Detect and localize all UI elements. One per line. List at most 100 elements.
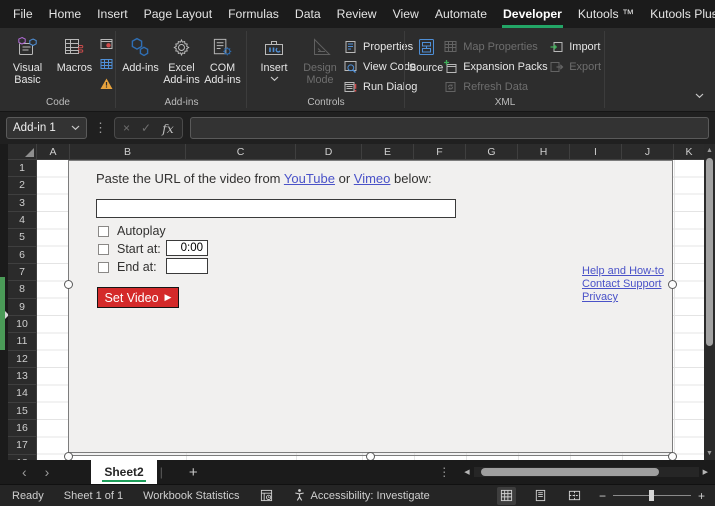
end-at-checkbox[interactable] <box>98 262 109 273</box>
zoom-out-button[interactable]: − <box>599 489 606 503</box>
row-header[interactable]: 7 <box>8 264 36 281</box>
ribbon-tab[interactable]: Home <box>41 0 90 28</box>
row-header[interactable]: 10 <box>8 316 36 333</box>
next-sheet-button[interactable]: › <box>36 464 59 480</box>
row-header[interactable]: 6 <box>8 247 36 264</box>
cancel-icon[interactable]: × <box>123 121 130 135</box>
horizontal-scrollbar-thumb[interactable] <box>481 468 659 476</box>
chevron-down-icon[interactable] <box>71 122 80 134</box>
normal-view-icon[interactable] <box>497 487 516 505</box>
page-break-view-icon[interactable] <box>565 487 584 505</box>
selection-handle[interactable] <box>668 280 677 289</box>
set-video-button[interactable]: Set Video ▶ <box>97 287 179 308</box>
start-at-input[interactable] <box>166 240 208 256</box>
ribbon-button[interactable]: Source <box>409 33 443 75</box>
formula-bar-options-dots[interactable]: ⋮ <box>94 120 107 136</box>
ribbon-tab[interactable]: Kutools Plus <box>642 0 715 28</box>
ribbon-small-button[interactable]: Expansion Packs <box>443 58 549 75</box>
ribbon-tab[interactable]: File <box>5 0 41 28</box>
scroll-up-icon[interactable]: ▲ <box>704 147 715 154</box>
row-header[interactable]: 9 <box>8 299 36 316</box>
ribbon-tab[interactable]: Automate <box>427 0 495 28</box>
column-header[interactable]: G <box>466 144 518 159</box>
ribbon-button[interactable]: Visual Basic <box>4 33 51 86</box>
tab-overflow-chevron-icon[interactable]: › <box>711 10 714 20</box>
help-link[interactable]: Help and How-to <box>582 265 664 278</box>
new-sheet-button[interactable]: + <box>189 464 198 481</box>
selection-handle[interactable] <box>64 280 73 289</box>
enter-icon[interactable]: ✓ <box>141 121 151 135</box>
sheet-count[interactable]: Sheet 1 of 1 <box>64 490 123 502</box>
column-header[interactable]: A <box>37 144 70 159</box>
scroll-down-icon[interactable]: ▼ <box>704 450 715 457</box>
prev-sheet-button[interactable]: ‹ <box>13 464 36 480</box>
ribbon-button[interactable]: Design Mode <box>297 33 343 86</box>
sheet-tab-active[interactable]: Sheet2 <box>91 460 156 484</box>
ribbon-small-button[interactable] <box>98 76 115 92</box>
ribbon-button[interactable]: Macros <box>51 33 98 86</box>
macro-status-icon[interactable] <box>260 489 273 502</box>
ribbon-tab[interactable]: Kutools ™ <box>570 0 642 28</box>
help-link[interactable]: Privacy <box>582 291 664 304</box>
column-header[interactable]: F <box>414 144 466 159</box>
ribbon-tab[interactable]: Review <box>329 0 385 28</box>
vertical-scrollbar[interactable]: ▲ ▼ <box>704 144 715 460</box>
ribbon-small-button[interactable]: Import <box>549 38 601 55</box>
start-at-checkbox[interactable] <box>98 244 109 255</box>
zoom-slider[interactable] <box>613 495 691 496</box>
selection-handle[interactable] <box>366 452 375 460</box>
ribbon-button[interactable]: COM Add-ins <box>202 33 243 86</box>
selection-handle[interactable] <box>64 452 73 460</box>
help-link[interactable]: Contact Support <box>582 278 664 291</box>
autoplay-checkbox[interactable] <box>98 226 109 237</box>
ribbon-tab[interactable]: Insert <box>89 0 135 28</box>
vertical-scrollbar-thumb[interactable] <box>706 158 713 346</box>
row-header[interactable]: 14 <box>8 385 36 402</box>
vimeo-link[interactable]: Vimeo <box>354 171 391 186</box>
ribbon-small-button[interactable] <box>98 56 115 72</box>
ribbon-tab[interactable]: Formulas <box>220 0 287 28</box>
ribbon-tab[interactable]: Developer <box>495 0 570 28</box>
youtube-link[interactable]: YouTube <box>284 171 335 186</box>
scroll-right-icon[interactable]: ▶ <box>699 468 712 476</box>
column-header[interactable]: E <box>362 144 414 159</box>
insert-function-icon[interactable]: fx <box>162 121 174 136</box>
row-header[interactable]: 2 <box>8 177 36 194</box>
column-header[interactable]: D <box>296 144 362 159</box>
ribbon-small-button[interactable]: Map Properties <box>443 38 549 55</box>
column-header[interactable]: C <box>186 144 296 159</box>
row-header[interactable]: 13 <box>8 368 36 385</box>
ribbon-tab[interactable]: Page Layout <box>136 0 220 28</box>
column-header[interactable]: I <box>570 144 622 159</box>
name-box[interactable]: Add-in 1 <box>6 117 87 139</box>
row-header[interactable]: 5 <box>8 229 36 246</box>
ribbon-tab[interactable]: Data <box>287 0 329 28</box>
ribbon-small-button[interactable] <box>98 36 115 52</box>
chevron-down-icon[interactable] <box>695 86 704 104</box>
row-header[interactable]: 17 <box>8 437 36 454</box>
select-all-button[interactable] <box>8 144 37 160</box>
video-url-input[interactable] <box>96 199 456 218</box>
ribbon-tab[interactable]: View <box>385 0 427 28</box>
video-addin-object[interactable]: Paste the URL of the video from YouTube … <box>68 160 673 453</box>
row-header[interactable]: 15 <box>8 403 36 420</box>
end-at-input[interactable] <box>166 258 208 274</box>
row-header[interactable]: 12 <box>8 351 36 368</box>
selection-handle[interactable] <box>668 452 677 460</box>
ribbon-button[interactable]: Add-ins <box>120 33 161 75</box>
row-header[interactable]: 16 <box>8 420 36 437</box>
row-header[interactable]: 3 <box>8 195 36 212</box>
ribbon-button[interactable]: Insert <box>251 33 297 86</box>
column-header[interactable]: H <box>518 144 570 159</box>
accessibility-status[interactable]: Accessibility: Investigate <box>293 488 430 504</box>
formula-input[interactable] <box>190 117 709 139</box>
scrollbar-options-dots[interactable]: ⋮ <box>438 465 450 479</box>
scroll-left-icon[interactable]: ◀ <box>460 468 473 476</box>
workbook-statistics[interactable]: Workbook Statistics <box>143 490 239 502</box>
column-header[interactable]: J <box>622 144 674 159</box>
zoom-slider-thumb[interactable] <box>649 490 654 501</box>
ribbon-small-button[interactable]: Export <box>549 58 601 75</box>
row-header[interactable]: 4 <box>8 212 36 229</box>
column-header[interactable]: K <box>674 144 704 159</box>
horizontal-scrollbar-track[interactable] <box>474 467 699 477</box>
